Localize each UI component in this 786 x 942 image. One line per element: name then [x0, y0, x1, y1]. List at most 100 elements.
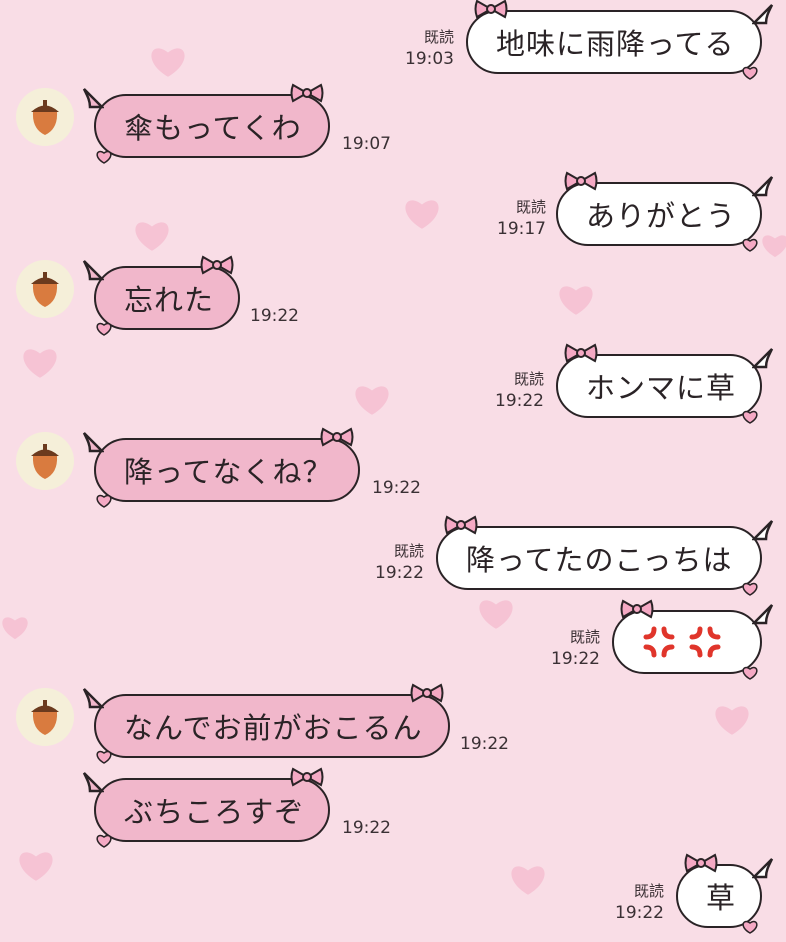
- heart-icon: [508, 862, 548, 896]
- message-time: 19:22: [495, 391, 544, 411]
- heart-icon: [742, 238, 758, 252]
- bubble-tail-icon: [752, 520, 774, 541]
- heart-icon: [148, 44, 188, 78]
- acorn-icon: [31, 444, 59, 479]
- read-receipt: 既読: [633, 882, 664, 900]
- ribbon-bow-icon: [620, 599, 654, 619]
- message-bubble-outgoing[interactable]: 降ってたのこっちは: [436, 515, 774, 596]
- ribbon-bow-icon: [200, 255, 234, 275]
- message-text: 傘もってくわ: [124, 111, 302, 145]
- message-time: 19:22: [551, 649, 600, 669]
- message-bubble-outgoing[interactable]: 地味に雨降ってる: [466, 0, 774, 80]
- heart-icon: [476, 596, 516, 630]
- message-meta: 既読 19:22: [354, 540, 424, 584]
- message-bubble-incoming[interactable]: 降ってなくね？: [82, 427, 360, 508]
- heart-icon: [20, 345, 60, 379]
- heart-icon: [96, 834, 112, 848]
- read-receipt: 既読: [515, 198, 546, 216]
- ribbon-bow-icon: [564, 171, 598, 191]
- read-receipt: 既読: [513, 370, 544, 388]
- acorn-icon: [31, 700, 59, 735]
- heart-icon: [132, 218, 172, 252]
- heart-icon: [0, 614, 30, 640]
- acorn-icon: [31, 100, 59, 135]
- read-receipt: 既読: [393, 542, 424, 560]
- read-receipt: 既読: [423, 28, 454, 46]
- contact-avatar[interactable]: [16, 88, 74, 146]
- bubble-tail-icon: [82, 260, 104, 281]
- message-bubble-outgoing[interactable]: 草: [676, 853, 774, 934]
- message-meta: 既読 19:22: [594, 880, 664, 924]
- ribbon-bow-icon: [290, 83, 324, 103]
- ribbon-bow-icon: [474, 0, 508, 19]
- heart-icon: [402, 196, 442, 230]
- message-bubble-incoming[interactable]: ぶちころすぞ: [82, 767, 330, 848]
- ribbon-bow-icon: [290, 767, 324, 787]
- heart-icon: [556, 282, 596, 316]
- ribbon-bow-icon: [410, 683, 444, 703]
- message-meta: 既読 19:03: [384, 26, 454, 70]
- ribbon-bow-icon: [320, 427, 354, 447]
- contact-avatar[interactable]: [16, 688, 74, 746]
- bubble-tail-icon: [82, 88, 104, 109]
- contact-avatar[interactable]: [16, 260, 74, 318]
- contact-avatar[interactable]: [16, 432, 74, 490]
- message-bubble-outgoing[interactable]: ありがとう: [556, 171, 774, 252]
- message-text: 草: [706, 881, 737, 915]
- heart-icon: [16, 848, 56, 882]
- message-meta: 既読 19:17: [476, 196, 546, 240]
- message-text: 降ってなくね？: [124, 455, 333, 489]
- message-text: ホンマに草: [586, 371, 737, 405]
- heart-icon: [742, 410, 758, 424]
- heart-icon: [96, 322, 112, 336]
- message-time: 19:22: [460, 734, 509, 754]
- heart-icon: [96, 150, 112, 164]
- message-time: 19:07: [342, 134, 391, 154]
- bubble-tail-icon: [82, 432, 104, 453]
- ribbon-bow-icon: [684, 853, 718, 873]
- message-text: ぶちころすぞ: [124, 795, 305, 829]
- bubble-tail-icon: [752, 348, 774, 369]
- message-time: 19:17: [497, 219, 546, 239]
- ribbon-bow-icon: [444, 515, 478, 535]
- heart-icon: [96, 750, 112, 764]
- chat-area[interactable]: 既読 19:03 地味に雨降ってる 傘もってくわ 19:07 既読 19:17 …: [0, 0, 786, 942]
- bubble-tail-icon: [752, 4, 774, 25]
- message-bubble-incoming[interactable]: 忘れた: [82, 255, 240, 336]
- message-meta: 既読 19:22: [530, 626, 600, 670]
- heart-icon: [742, 66, 758, 80]
- message-bubble-incoming[interactable]: 傘もってくわ: [82, 83, 330, 164]
- message-time: 19:22: [342, 818, 391, 838]
- bubble-tail-icon: [752, 604, 774, 625]
- bubble-tail-icon: [752, 176, 774, 197]
- heart-icon: [742, 582, 758, 596]
- bubble-tail-icon: [752, 858, 774, 879]
- anger-symbol-icon: [643, 626, 675, 658]
- anger-symbol-icon: [689, 626, 721, 658]
- bubble-tail-icon: [82, 772, 104, 793]
- heart-icon: [96, 494, 112, 508]
- heart-icon: [352, 382, 392, 416]
- message-text: ありがとう: [586, 199, 737, 233]
- message-text: なんでお前がおこるん: [124, 711, 423, 745]
- ribbon-bow-icon: [564, 343, 598, 363]
- heart-icon: [742, 920, 758, 934]
- message-time: 19:22: [372, 478, 421, 498]
- message-time: 19:03: [405, 49, 454, 69]
- message-time: 19:22: [250, 306, 299, 326]
- bubble-tail-icon: [82, 688, 104, 709]
- message-time: 19:22: [615, 903, 664, 923]
- heart-icon: [760, 232, 786, 258]
- message-meta: 既読 19:22: [474, 368, 544, 412]
- acorn-icon: [31, 272, 59, 307]
- message-text: 忘れた: [124, 283, 215, 317]
- message-bubble-outgoing[interactable]: ホンマに草: [556, 343, 774, 424]
- heart-icon: [742, 666, 758, 680]
- message-text: 地味に雨降ってる: [496, 27, 735, 61]
- message-time: 19:22: [375, 563, 424, 583]
- message-text: 降ってたのこっちは: [466, 543, 733, 577]
- message-bubble-incoming[interactable]: なんでお前がおこるん: [82, 683, 450, 764]
- heart-icon: [712, 702, 752, 736]
- read-receipt: 既読: [569, 628, 600, 646]
- message-bubble-outgoing[interactable]: [612, 599, 774, 680]
